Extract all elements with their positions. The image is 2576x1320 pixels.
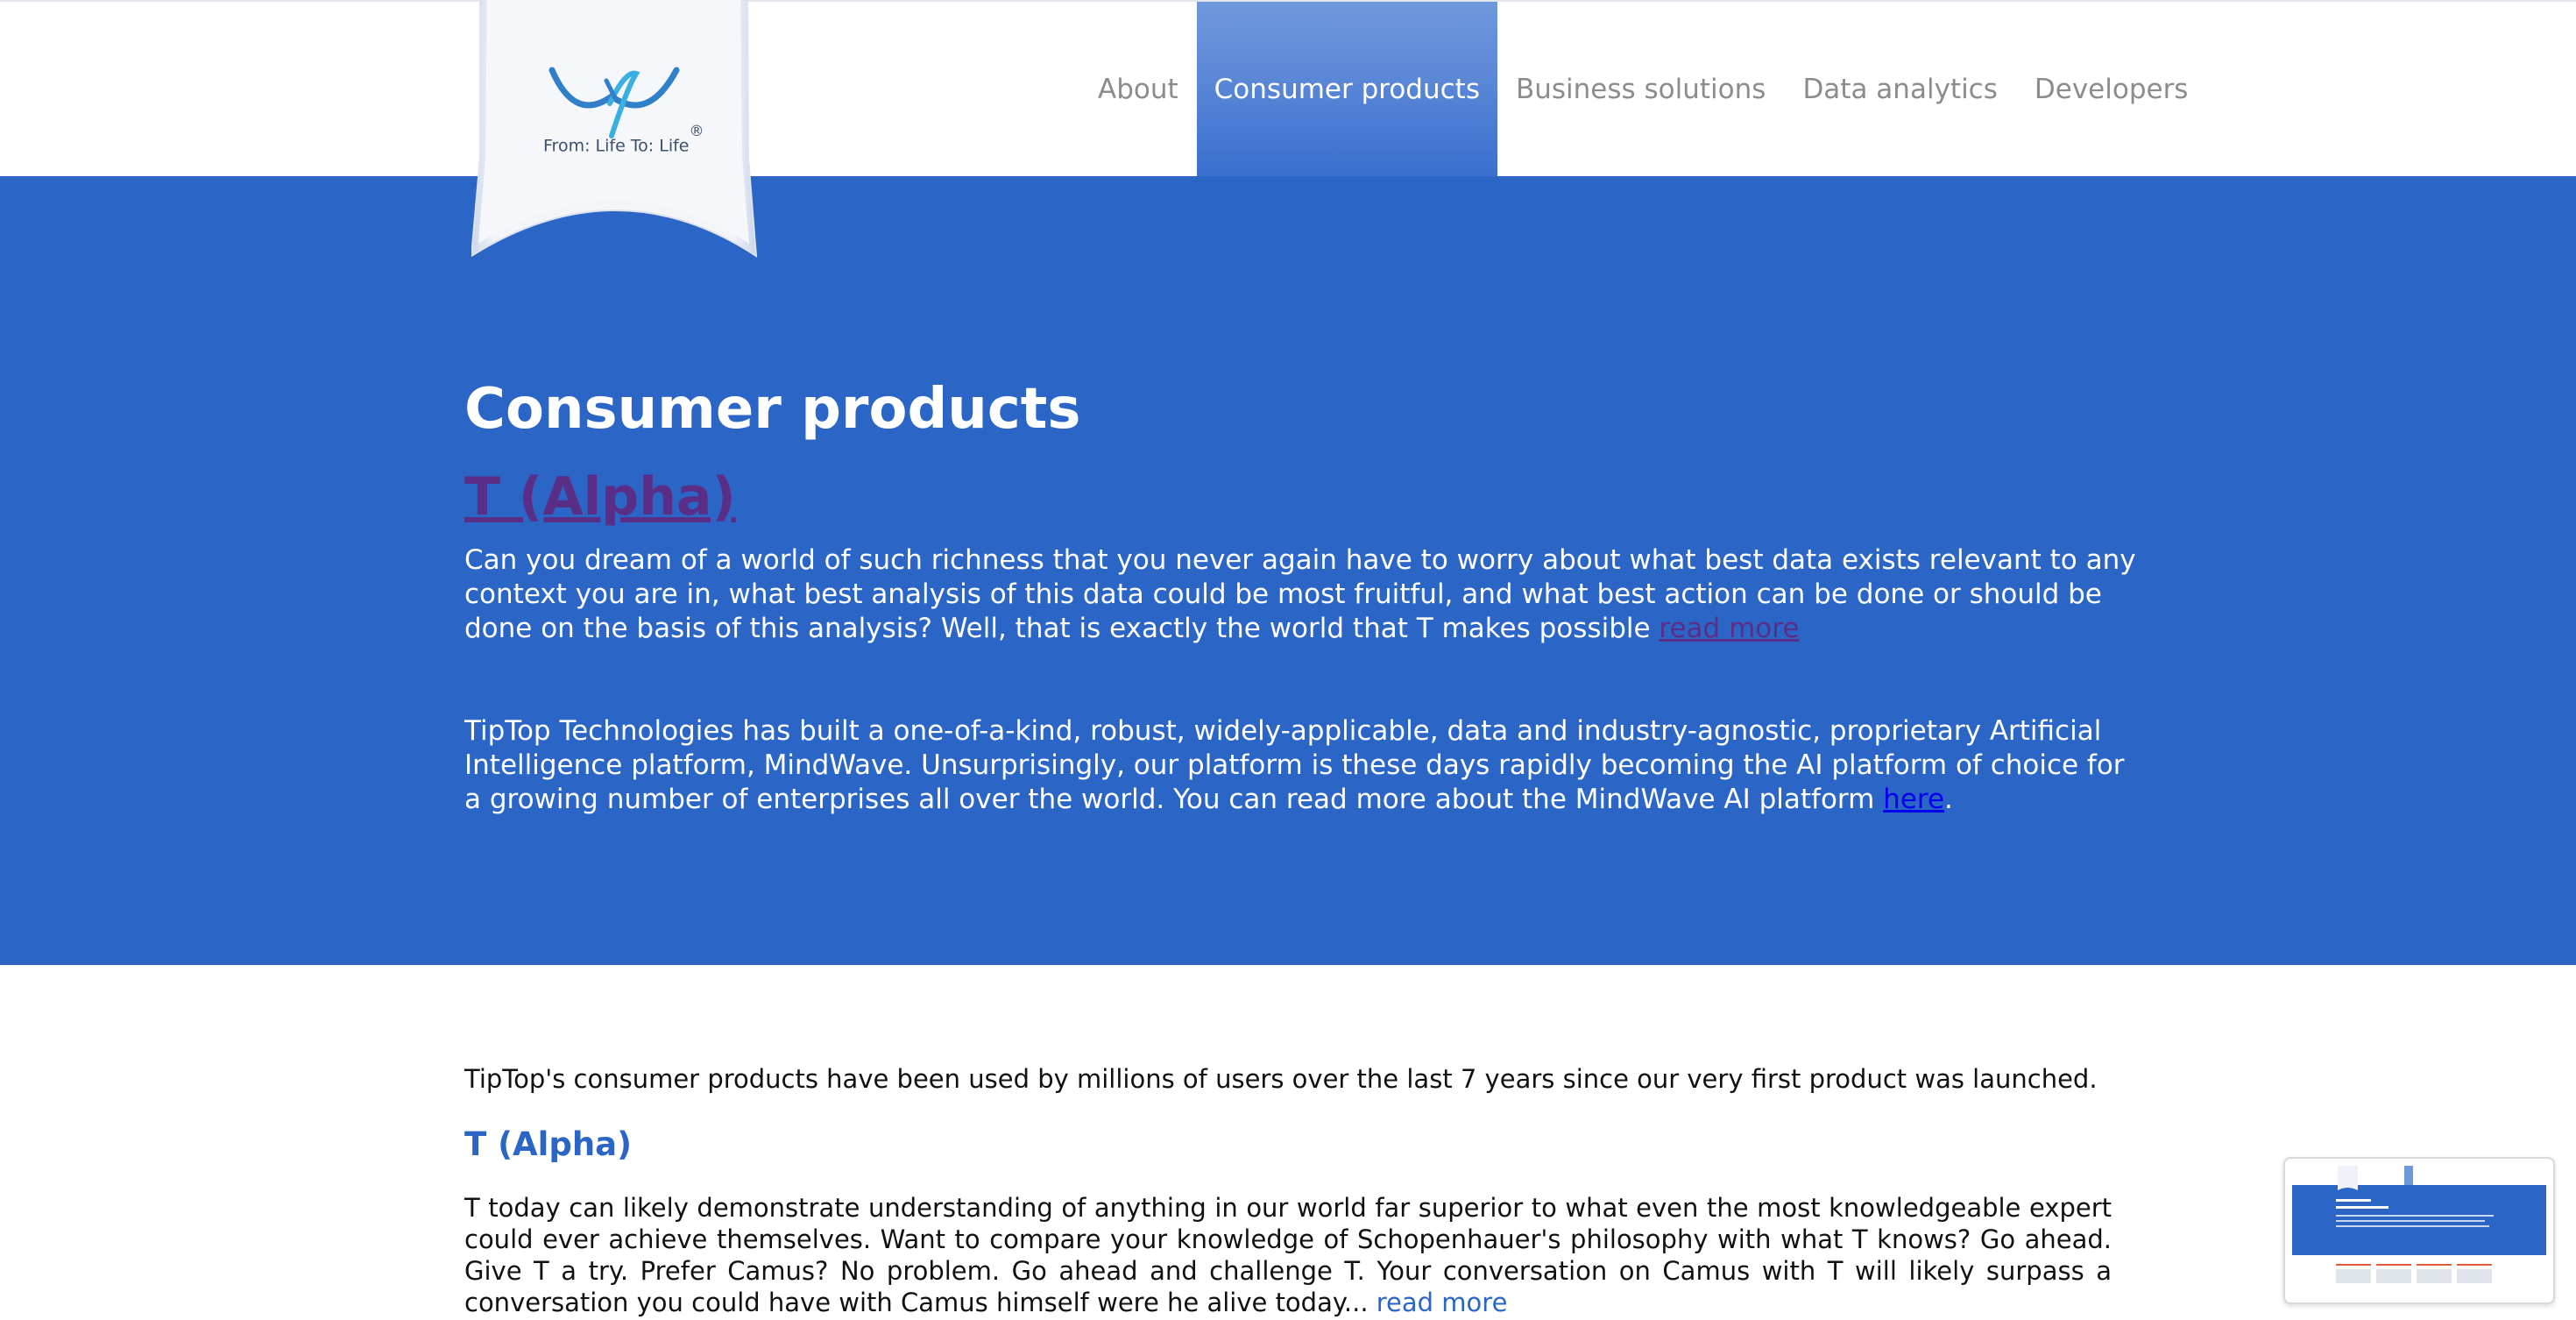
page-thumbnail[interactable] xyxy=(2283,1157,2555,1304)
nav-item-consumer-products[interactable]: Consumer products xyxy=(1196,2,1497,178)
thumbnail-preview-icon xyxy=(2292,1166,2546,1297)
intro-text: TipTop's consumer products have been use… xyxy=(464,1064,2098,1094)
site-header: About Consumer products Business solutio… xyxy=(0,0,2576,178)
nav-item-developers[interactable]: Developers xyxy=(2016,2,2207,178)
logo-tagline: From: Life To: Life® xyxy=(543,123,704,156)
section-read-more-link[interactable]: read more xyxy=(1376,1288,1508,1317)
product-heading-link[interactable]: T (Alpha) xyxy=(464,466,736,528)
mindwave-here-link[interactable]: here xyxy=(1883,784,1944,815)
hero-paragraph-2: TipTop Technologies has built a one-of-a… xyxy=(464,715,2125,815)
nav-item-business-solutions[interactable]: Business solutions xyxy=(1497,2,1784,178)
registered-mark: ® xyxy=(689,123,704,140)
page-title: Consumer products xyxy=(464,377,1081,442)
hero-paragraph-1: Can you dream of a world of such richnes… xyxy=(464,544,2136,644)
nav-item-about[interactable]: About xyxy=(1079,2,1197,178)
section-paragraph: T today can likely demonstrate understan… xyxy=(464,1193,2112,1317)
read-more-link[interactable]: read more xyxy=(1659,613,1799,644)
section-title: T (Alpha) xyxy=(464,1125,633,1163)
main-nav: About Consumer products Business solutio… xyxy=(1079,2,2206,178)
nav-item-data-analytics[interactable]: Data analytics xyxy=(1784,2,2015,178)
